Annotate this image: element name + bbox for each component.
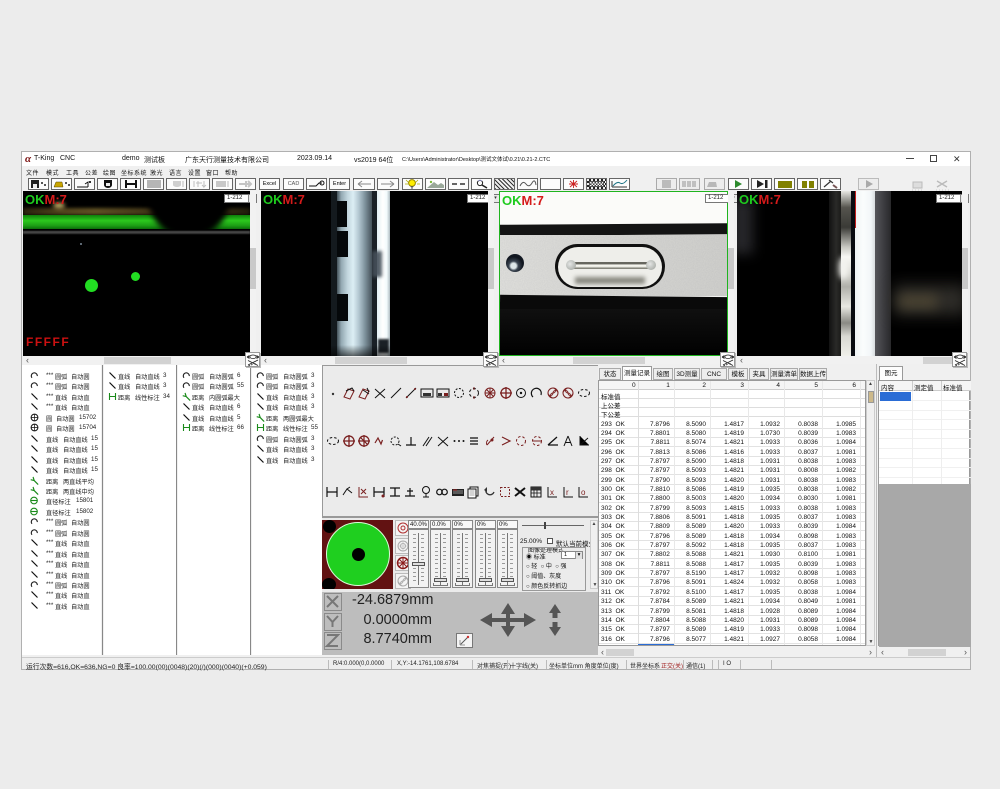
svg-text:o: o — [581, 488, 586, 497]
svg-text:x: x — [550, 488, 554, 497]
svg-text:r: r — [566, 488, 569, 497]
